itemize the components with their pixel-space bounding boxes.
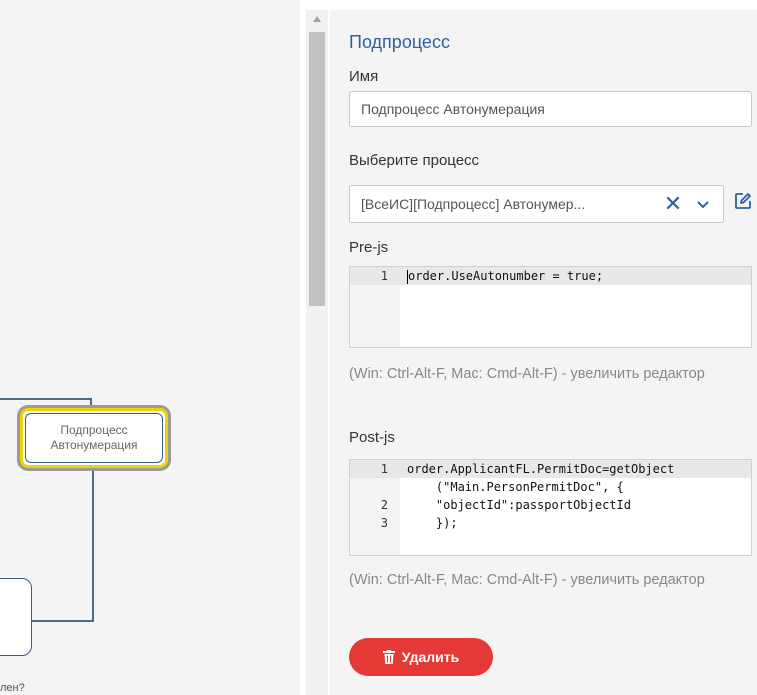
- trash-icon: [382, 650, 395, 664]
- post-js-hint: (Win: Ctrl-Alt-F, Mac: Cmd-Alt-F) - увел…: [349, 572, 705, 588]
- delete-button[interactable]: Удалить: [349, 638, 493, 676]
- properties-panel: Подпроцесс Имя Подпроцесс Автонумерация …: [330, 10, 757, 695]
- node-label-line1: Подпроцесс: [60, 423, 128, 437]
- post-js-code-line[interactable]: 3 });: [350, 514, 751, 532]
- clear-icon[interactable]: ✕: [660, 191, 686, 217]
- post-js-line-text: order.ApplicantFL.PermitDoc=getObject: [407, 462, 675, 476]
- edit-icon[interactable]: [733, 191, 753, 211]
- pre-js-label: Pre-js: [349, 239, 389, 256]
- pre-js-editor[interactable]: 1 order.UseAutonumber = true;: [349, 266, 752, 348]
- process-select[interactable]: [ВсеИС][Подпроцесс] Автонумер... ✕: [349, 185, 724, 223]
- chevron-down-icon[interactable]: [693, 194, 713, 214]
- post-js-code-line[interactable]: 2 "objectId":passportObjectId: [350, 496, 751, 514]
- connector-top-drop: [90, 398, 92, 408]
- process-select-value: [ВсеИС][Подпроцесс] Автонумер...: [361, 196, 586, 212]
- post-js-line-number: 1: [380, 462, 388, 476]
- post-js-code-line[interactable]: 1 order.ApplicantFL.PermitDoc=getObject: [350, 460, 751, 478]
- name-label: Имя: [349, 68, 379, 85]
- diagram-canvas[interactable]: Подпроцесс Автонумерация лен?: [0, 0, 300, 695]
- panel-scrollbar[interactable]: [306, 10, 328, 695]
- post-js-label: Post-js: [349, 429, 395, 446]
- delete-button-label: Удалить: [401, 649, 460, 665]
- connector-down: [92, 466, 94, 622]
- post-js-code-line[interactable]: ("Main.PersonPermitDoc", {: [350, 478, 751, 496]
- diagram-node-partial[interactable]: [0, 578, 32, 656]
- pre-js-hint: (Win: Ctrl-Alt-F, Mac: Cmd-Alt-F) - увел…: [349, 366, 705, 382]
- process-label: Выберите процесс: [349, 152, 480, 169]
- scroll-up-arrow-icon[interactable]: [313, 16, 321, 22]
- connector-horizontal: [30, 620, 94, 622]
- pre-js-line-text: order.UseAutonumber = true;: [407, 269, 604, 284]
- connector-top: [0, 398, 92, 400]
- post-js-editor[interactable]: 1 order.ApplicantFL.PermitDoc=getObject (…: [349, 459, 752, 556]
- canvas-partial-text: лен?: [0, 682, 25, 694]
- subprocess-node[interactable]: Подпроцесс Автонумерация: [20, 408, 168, 468]
- post-js-line-text: ("Main.PersonPermitDoc", {: [407, 480, 624, 494]
- post-js-line-text: });: [407, 516, 458, 530]
- scroll-thumb[interactable]: [309, 32, 325, 306]
- node-label-line2: Автонумерация: [50, 438, 138, 452]
- post-js-line-text: "objectId":passportObjectId: [407, 498, 631, 512]
- post-js-line-number: 2: [380, 498, 388, 512]
- pre-js-code-line[interactable]: 1 order.UseAutonumber = true;: [350, 267, 751, 285]
- post-js-line-number: 3: [380, 516, 388, 530]
- name-input[interactable]: Подпроцесс Автонумерация: [349, 91, 752, 127]
- text-cursor: [407, 269, 408, 284]
- pre-js-line-number: 1: [380, 269, 388, 283]
- panel-title: Подпроцесс: [349, 32, 450, 52]
